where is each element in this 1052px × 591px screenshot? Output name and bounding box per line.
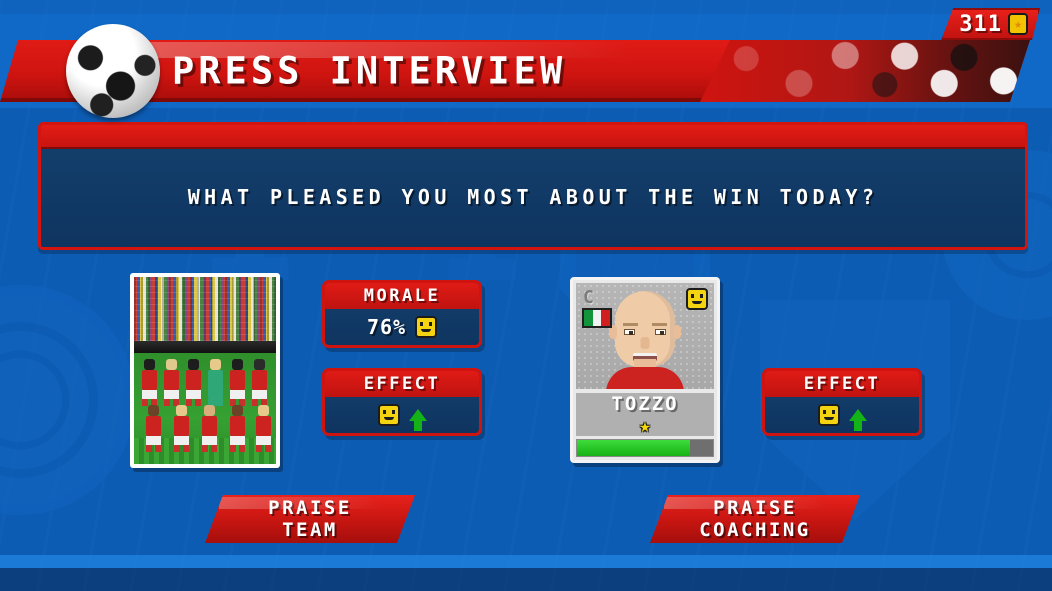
- stadium-crowd-texture: [134, 277, 276, 341]
- effect-team-label: EFFECT: [325, 371, 479, 397]
- green-up-arrow-icon: [408, 409, 427, 431]
- player-condition-bar: [576, 439, 714, 457]
- player-eye-left: [624, 329, 635, 335]
- team-photo-image: [134, 277, 276, 464]
- page-title: PRESS INTERVIEW: [172, 49, 567, 93]
- player-portrait: C: [576, 283, 714, 390]
- effect-coaching-body: [765, 397, 919, 433]
- player-figure: [230, 359, 245, 406]
- question-text: WHAT PLEASED YOU MOST ABOUT THE WIN TODA…: [187, 185, 879, 209]
- player-nose: [640, 337, 650, 349]
- player-name: TOZZO: [611, 393, 679, 416]
- effect-panel-coaching: EFFECT: [762, 368, 922, 436]
- praise-team-button[interactable]: PRAISE TEAM: [205, 495, 415, 543]
- question-panel-topbar: [41, 125, 1025, 149]
- player-card[interactable]: C TOZZO ★: [570, 277, 720, 463]
- player-figure: [174, 405, 189, 452]
- praise-coaching-button[interactable]: PRAISE COACHING: [650, 495, 860, 543]
- header-hex-pattern: [700, 40, 1030, 102]
- italy-flag-icon: [582, 308, 612, 328]
- player-figure: [202, 405, 217, 452]
- player-shirt: [606, 367, 684, 390]
- player-figure: [142, 359, 157, 406]
- player-figure: [164, 359, 179, 406]
- effect-team-body: [325, 397, 479, 433]
- captain-marker: C: [583, 287, 594, 308]
- morale-label: MORALE: [325, 283, 479, 309]
- soccer-ball-icon: [66, 24, 160, 118]
- currency-amount: 311: [959, 11, 1002, 37]
- question-panel: WHAT PLEASED YOU MOST ABOUT THE WIN TODA…: [38, 122, 1028, 250]
- player-eye-right: [655, 329, 666, 335]
- goalkeeper-figure: [208, 359, 223, 406]
- praise-coaching-line2: COACHING: [699, 519, 811, 541]
- player-nameplate: TOZZO ★: [576, 393, 714, 438]
- smiley-face-icon: [377, 404, 400, 426]
- morale-body: 76%: [325, 309, 479, 345]
- question-panel-body: WHAT PLEASED YOU MOST ABOUT THE WIN TODA…: [41, 149, 1025, 245]
- player-face: [606, 291, 684, 390]
- player-figure: [186, 359, 201, 406]
- morale-value: 76%: [366, 315, 407, 339]
- smiley-face-icon: [817, 404, 840, 426]
- morale-panel: MORALE 76%: [322, 280, 482, 348]
- player-condition-fill: [577, 440, 690, 456]
- green-up-arrow-icon: [848, 409, 867, 431]
- team-photo-card[interactable]: [130, 273, 280, 468]
- button-sheen: [664, 497, 826, 509]
- praise-team-line2: TEAM: [282, 519, 338, 541]
- player-brow-left: [623, 323, 638, 326]
- currency-badge[interactable]: 311 ★: [941, 8, 1040, 40]
- player-figure: [252, 359, 267, 406]
- effect-coaching-label: EFFECT: [765, 371, 919, 397]
- coin-icon: ★: [1008, 13, 1028, 35]
- player-ear-right: [673, 325, 681, 339]
- player-brow-right: [652, 323, 667, 326]
- smiley-face-icon: [415, 316, 438, 338]
- button-sheen: [219, 497, 381, 509]
- star-icon: ★: [639, 415, 651, 438]
- smiley-face-icon: [686, 288, 708, 310]
- stadium-wall: [134, 341, 276, 353]
- player-figure: [146, 405, 161, 452]
- player-figure: [230, 405, 245, 452]
- effect-panel-team: EFFECT: [322, 368, 482, 436]
- player-figure: [256, 405, 271, 452]
